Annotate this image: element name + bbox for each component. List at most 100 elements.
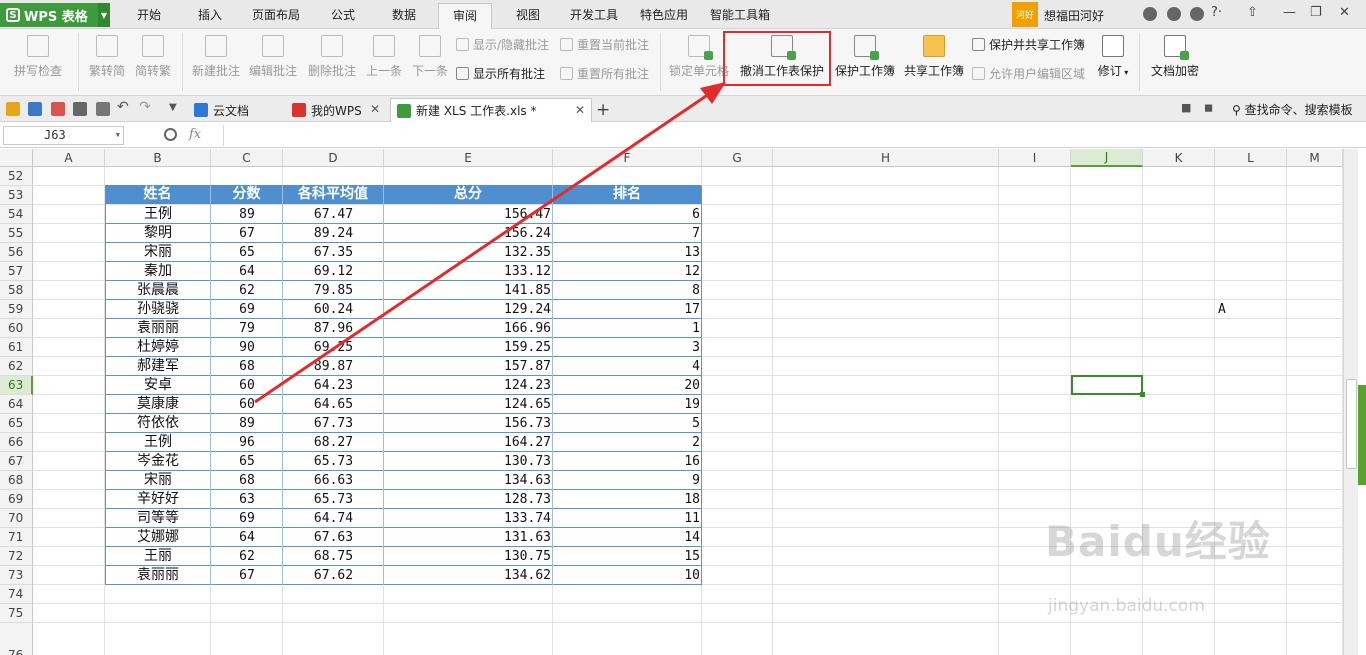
table-cell[interactable]: 65.73 (283, 490, 384, 509)
row-header-56[interactable]: 56 (0, 243, 33, 262)
new-tab-icon[interactable]: + (596, 100, 610, 120)
table-cell[interactable]: 符依依 (105, 414, 211, 433)
formula-input[interactable] (223, 125, 1363, 146)
table-cell[interactable]: 18 (553, 490, 702, 509)
column-header-m[interactable]: M (1287, 149, 1343, 167)
table-cell[interactable]: 9 (553, 471, 702, 490)
table-cell[interactable]: 11 (553, 509, 702, 528)
skin-icon[interactable] (1143, 7, 1157, 21)
allow-edit-ranges-button[interactable]: 允许用户编辑区域 (972, 65, 1085, 82)
table-cell[interactable]: 67.35 (283, 243, 384, 262)
table-cell[interactable]: 60 (211, 376, 283, 395)
table-cell[interactable]: 1 (553, 319, 702, 338)
table-cell[interactable]: 133.12 (384, 262, 553, 281)
tab-review[interactable]: 审阅 (438, 3, 493, 29)
table-cell[interactable]: 130.75 (384, 547, 553, 566)
upload-icon[interactable]: ⇧ (1247, 5, 1258, 20)
table-cell[interactable]: 14 (553, 528, 702, 547)
table-header-cell[interactable]: 总分 (384, 185, 553, 204)
pin-icon[interactable]: ◼ (1204, 101, 1213, 114)
table-cell[interactable]: 20 (553, 376, 702, 395)
tab-home[interactable]: 开始 (137, 6, 161, 23)
table-cell[interactable]: 68.27 (283, 433, 384, 452)
column-header-g[interactable]: G (702, 149, 773, 167)
zoom-search-icon[interactable] (164, 128, 177, 141)
table-cell[interactable]: 16 (553, 452, 702, 471)
settings-icon[interactable] (1167, 7, 1181, 21)
row-header-62[interactable]: 62 (0, 357, 33, 376)
table-cell[interactable]: 3 (553, 338, 702, 357)
table-cell[interactable]: 64 (211, 262, 283, 281)
table-cell[interactable]: 67.63 (283, 528, 384, 547)
row-header-72[interactable]: 72 (0, 547, 33, 566)
table-cell[interactable]: 132.35 (384, 243, 553, 262)
table-cell[interactable]: 10 (553, 566, 702, 585)
table-cell[interactable]: 5 (553, 414, 702, 433)
table-cell[interactable]: 秦加 (105, 262, 211, 281)
print-preview-icon[interactable] (96, 102, 110, 116)
table-cell[interactable]: 6 (553, 205, 702, 224)
row-header-63[interactable]: 63 (0, 376, 33, 395)
close-icon[interactable]: ✕ (575, 103, 585, 117)
tab-developer[interactable]: 开发工具 (570, 6, 618, 23)
column-header-d[interactable]: D (283, 149, 384, 167)
table-cell[interactable]: 133.74 (384, 509, 553, 528)
tab-insert[interactable]: 插入 (198, 6, 222, 23)
reset-all-comments-button[interactable]: 重置所有批注 (560, 65, 649, 82)
table-cell[interactable]: 65 (211, 452, 283, 471)
table-cell[interactable]: 袁丽丽 (105, 566, 211, 585)
table-cell[interactable]: 68.75 (283, 547, 384, 566)
table-cell[interactable]: 65 (211, 243, 283, 262)
table-cell[interactable]: 157.87 (384, 357, 553, 376)
row-header-64[interactable]: 64 (0, 395, 33, 414)
side-panel-tab[interactable] (1358, 385, 1366, 485)
row-header-61[interactable]: 61 (0, 338, 33, 357)
table-cell[interactable]: 156.47 (384, 205, 553, 224)
row-header-57[interactable]: 57 (0, 262, 33, 281)
table-cell[interactable]: 岑金花 (105, 452, 211, 471)
table-header-cell[interactable]: 分数 (211, 185, 283, 204)
table-cell[interactable]: 袁丽丽 (105, 319, 211, 338)
table-cell[interactable]: 王丽 (105, 547, 211, 566)
column-header-l[interactable]: L (1215, 149, 1287, 167)
column-header-f[interactable]: F (553, 149, 702, 167)
table-cell[interactable]: 131.63 (384, 528, 553, 547)
table-cell[interactable]: 63 (211, 490, 283, 509)
undo-icon[interactable]: ↶ (117, 99, 131, 115)
table-cell[interactable]: 宋丽 (105, 471, 211, 490)
table-cell[interactable]: 64.74 (283, 509, 384, 528)
table-cell[interactable]: 134.63 (384, 471, 553, 490)
revise-button[interactable]: 修订 ▾ (1095, 35, 1131, 79)
table-cell[interactable]: 黎明 (105, 224, 211, 243)
chevron-down-icon[interactable]: ▼ (98, 3, 110, 27)
tab-special[interactable]: 特色应用 (640, 6, 688, 23)
row-header-65[interactable]: 65 (0, 414, 33, 433)
table-cell[interactable]: 159.25 (384, 338, 553, 357)
play-icon[interactable]: ■ (1181, 101, 1191, 114)
table-cell[interactable]: 89 (211, 205, 283, 224)
row-header-53[interactable]: 53 (0, 186, 33, 205)
column-header-k[interactable]: K (1143, 149, 1215, 167)
question-icon[interactable]: ?· (1211, 5, 1222, 20)
redo-icon[interactable]: ↷ (139, 99, 153, 115)
doc-encrypt-button[interactable]: 文档加密 (1146, 35, 1204, 79)
table-cell[interactable]: 79 (211, 319, 283, 338)
table-cell[interactable]: 69.12 (283, 262, 384, 281)
table-cell[interactable]: 张晨晨 (105, 281, 211, 300)
table-cell[interactable]: 89.87 (283, 357, 384, 376)
next-comment-button[interactable]: 下一条 (410, 35, 450, 79)
user-name[interactable]: 想福田河好 (1044, 7, 1104, 24)
row-header-74[interactable]: 74 (0, 585, 33, 604)
search-command[interactable]: ⚲ 查找命令、搜索模板 (1232, 101, 1353, 118)
row-header-59[interactable]: 59 (0, 300, 33, 319)
table-cell[interactable]: 64 (211, 528, 283, 547)
chevron-down-icon[interactable]: ▼ (116, 127, 120, 144)
table-cell[interactable]: 166.96 (384, 319, 553, 338)
table-cell[interactable]: 67.47 (283, 205, 384, 224)
tab-formula[interactable]: 公式 (331, 6, 355, 23)
table-cell[interactable]: 156.24 (384, 224, 553, 243)
row-header-58[interactable]: 58 (0, 281, 33, 300)
table-cell[interactable]: 15 (553, 547, 702, 566)
table-cell[interactable]: 124.65 (384, 395, 553, 414)
name-box[interactable]: J63 ▼ (3, 126, 124, 145)
